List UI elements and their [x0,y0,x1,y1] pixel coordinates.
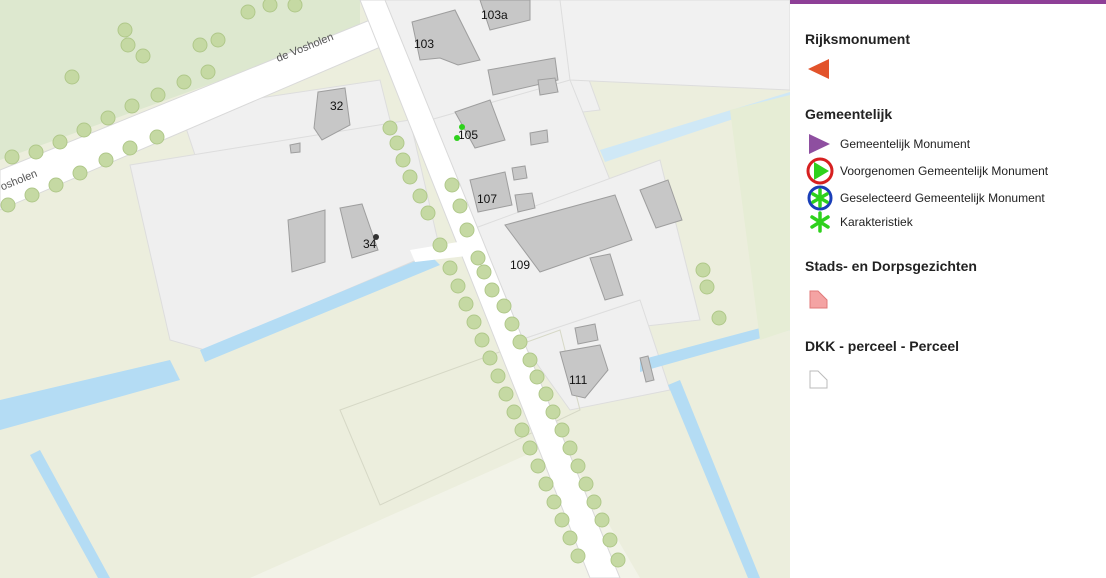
map-canvas[interactable]: 103a 103 32 105 107 34 109 111 de Voshol… [0,0,790,578]
house-number-105: 105 [458,128,478,142]
orange-triangle-icon [805,57,837,81]
legend-title-dkk-perceel: DKK - perceel - Perceel [805,338,960,354]
map-view[interactable]: 103a 103 32 105 107 34 109 111 de Voshol… [0,0,790,578]
legend-label: Karakteristiek [840,215,913,229]
house-number-109: 109 [510,258,530,272]
building-shed [514,192,536,213]
legend-item-gemeentelijk-monument: Gemeentelijk Monument [805,132,970,156]
green-asterisk-icon [805,210,837,234]
legend-item-karakteristiek: Karakteristiek [805,210,913,234]
legend-accent-bar [790,0,1106,4]
legend-label: Voorgenomen Gemeentelijk Monument [840,164,1049,178]
legend-item-geselecteerd: Geselecteerd Gemeentelijk Monument [805,185,1045,211]
white-polygon-icon [805,368,837,392]
green-asterisk-blue-ring-icon [805,185,837,211]
green-triangle-red-ring-icon [805,157,837,185]
legend-item-rijksmonument [805,57,840,81]
legend-title-gemeentelijk: Gemeentelijk [805,106,893,122]
house-number-32: 32 [330,99,344,113]
house-number-111: 111 [569,373,588,387]
building-shed [574,323,599,345]
house-number-103: 103 [414,37,434,51]
house-number-107: 107 [477,192,497,206]
parcel-east [559,0,790,91]
legend-item-stadsgezicht [805,288,840,312]
building-shed [511,165,528,181]
building-shed [537,77,559,96]
pink-polygon-icon [805,288,837,312]
legend-panel: Rijksmonument Gemeentelijk Gemeentelijk … [790,0,1106,578]
purple-triangle-icon [805,132,837,156]
legend-label: Gemeentelijk Monument [840,137,971,151]
building-34a [287,209,326,273]
point-marker[interactable] [373,234,379,240]
legend-item-perceel [805,368,840,392]
legend-item-voorgenomen: Voorgenomen Gemeentelijk Monument [805,157,1049,185]
building-shed [529,129,549,146]
house-number-103a: 103a [481,8,508,22]
legend-title-stads-dorpsgezichten: Stads- en Dorpsgezichten [805,258,977,274]
legend-title-rijksmonument: Rijksmonument [805,31,911,47]
legend-label: Geselecteerd Gemeentelijk Monument [840,191,1045,205]
building-shed [289,142,301,154]
